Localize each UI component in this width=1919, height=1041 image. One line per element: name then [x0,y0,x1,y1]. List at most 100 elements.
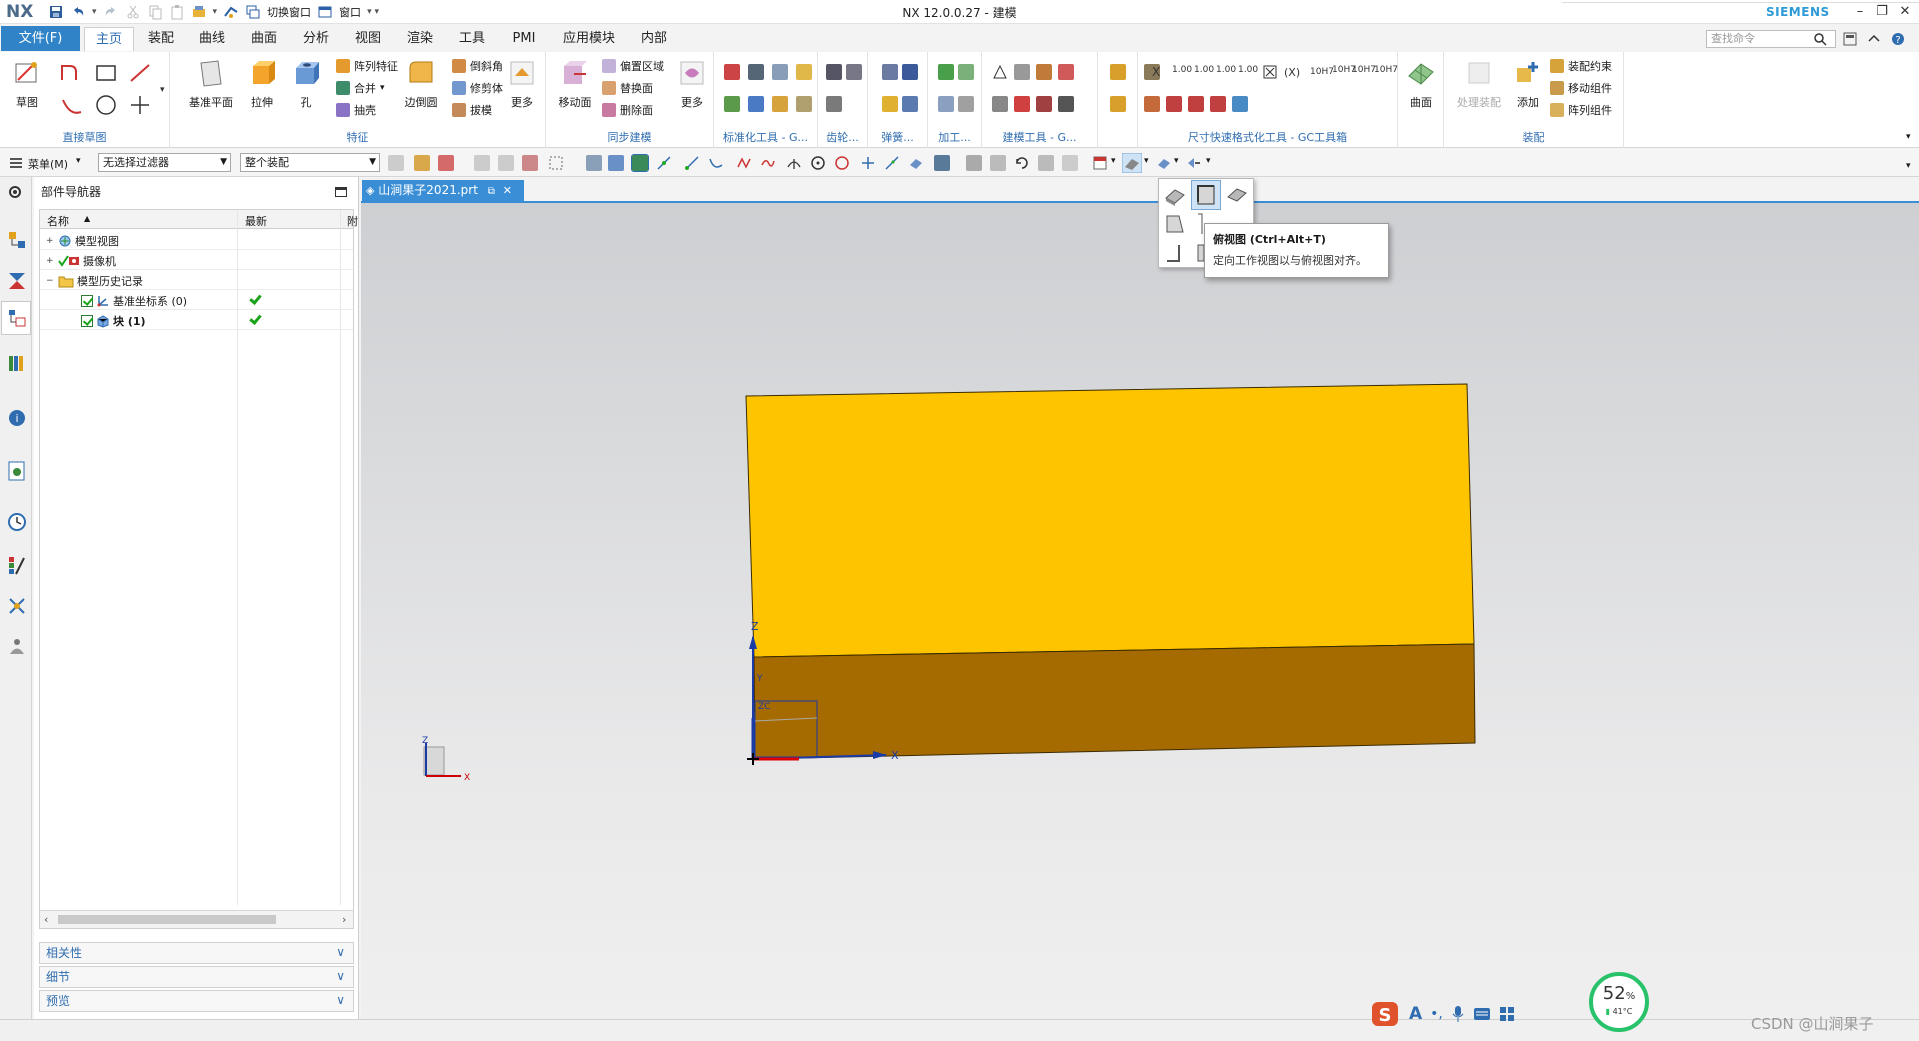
tree-row-model-views[interactable]: + 模型视图 [40,230,353,250]
visibility-checkbox[interactable] [81,295,93,307]
tab-surface[interactable]: 曲面 [243,27,285,51]
rectangle-selection-icon[interactable] [548,155,564,171]
tree-row-block[interactable]: 块 (1) [40,310,353,330]
fit-view-icon[interactable] [966,155,982,171]
top-view-icon[interactable] [1191,180,1221,210]
endpoint-snap-icon[interactable] [631,154,649,172]
section-view-dropdown-icon[interactable]: ▾ [1174,156,1179,166]
disc-spring-icon[interactable] [902,64,918,80]
delete-face-button[interactable]: 删除面 [602,100,653,120]
switch-window-icon[interactable] [245,4,261,20]
rotate-view-icon[interactable] [1014,155,1030,171]
profile-icon[interactable] [60,62,84,84]
menu-dropdown-icon[interactable]: ▾ [76,156,81,166]
machining-tool-2-icon[interactable] [958,64,974,80]
switch-window-label[interactable]: 切换窗口 [267,4,311,20]
standard-tool-8-icon[interactable] [796,96,812,112]
hd3d-tools-icon[interactable]: i [6,407,28,429]
arc-center-snap-icon[interactable] [810,155,826,171]
undock-icon[interactable]: ⧉ [488,186,495,197]
dimension-edit-3-icon[interactable] [1188,96,1204,112]
save-icon[interactable] [48,4,64,20]
deselect-icon[interactable] [474,155,490,171]
block-front-face[interactable] [753,643,1476,760]
sogou-ime-icon[interactable]: S [1371,1000,1401,1028]
bounded-grid-snap-icon[interactable] [934,155,950,171]
gear-engagement-icon[interactable] [846,64,862,80]
close-tab-icon[interactable]: ✕ [503,184,512,197]
scroll-right-icon[interactable]: › [342,913,346,926]
orient-view-dropdown-icon[interactable]: ▾ [1144,156,1149,166]
front-view-icon[interactable] [1161,210,1189,238]
help-icon[interactable]: ? [1890,31,1906,47]
unite-button[interactable]: 合并 ▾ [336,78,385,98]
graphics-window[interactable]: Z X ZC Y Z X [361,201,1919,1019]
redo-icon[interactable] [103,4,119,20]
delete-spring-icon[interactable] [902,96,918,112]
menu-button[interactable]: 菜单(M) [28,156,68,172]
unite-dropdown-icon[interactable]: ▾ [380,83,385,93]
constraint-navigator-icon[interactable] [6,270,28,292]
triangle-tool-icon[interactable] [992,64,1008,80]
parenthesis-x-icon[interactable]: (X) [1284,67,1300,78]
document-tab[interactable]: ◈ 山涧果子2021.prt ⧉ ✕ [362,180,524,201]
maximize-panel-icon[interactable] [335,187,347,197]
dim-format-4[interactable]: 1.00 [1238,66,1258,75]
rendering-style-icon[interactable] [1092,155,1108,171]
point-icon[interactable] [128,94,152,116]
shell-button[interactable]: 抽壳 [336,100,376,120]
pattern-component-button[interactable]: 阵列组件 [1550,100,1612,120]
modeling-tool-7-icon[interactable] [1036,96,1052,112]
ribbon-options-icon[interactable]: ▾ [1906,132,1911,142]
perspective-icon[interactable] [1062,155,1078,171]
microphone-icon[interactable] [1451,1005,1465,1023]
reuse-library-icon[interactable] [6,352,28,374]
expand-icon[interactable]: + [46,236,55,246]
machining-tool-1-icon[interactable] [938,64,954,80]
arc-icon[interactable] [60,94,84,116]
gear-display-icon[interactable] [826,96,842,112]
toolbox-icon[interactable] [1499,1006,1515,1022]
orient-view-icon[interactable] [1122,153,1142,173]
copy-icon[interactable] [147,4,163,20]
modeling-tool-6-icon[interactable] [1014,96,1030,112]
search-icon[interactable] [1813,32,1827,46]
window-icon[interactable] [317,4,333,20]
tab-assembly[interactable]: 装配 [140,27,182,51]
rectangle-icon[interactable] [94,62,118,84]
hole-button[interactable]: 孔 [284,58,328,110]
web-browser-icon[interactable] [6,460,28,482]
tab-pmi[interactable]: PMI [504,27,544,51]
feature-more-button[interactable]: 更多 [500,58,544,110]
point-on-curve-snap-icon[interactable] [884,155,900,171]
tab-internal[interactable]: 内部 [633,27,675,51]
pan-view-icon[interactable] [1038,155,1054,171]
window-menu-label[interactable]: 窗口 [339,4,361,20]
offset-region-button[interactable]: 偏置区域 [602,56,664,76]
machining-tool-4-icon[interactable] [958,96,974,112]
modeling-tool-4-icon[interactable] [1058,64,1074,80]
tab-application[interactable]: 应用模块 [556,27,622,51]
standard-tool-1-icon[interactable] [724,64,740,80]
assembly-constraint-button[interactable]: 装配约束 [1550,56,1612,76]
cylindrical-spring-icon[interactable] [882,64,898,80]
chamfer-button[interactable]: 倒斜角 [452,56,503,76]
edit-section-icon[interactable] [1186,155,1202,171]
tolerance-format-1[interactable]: 10H7 [1310,68,1334,77]
intersection-snap-icon[interactable] [736,155,752,171]
scroll-left-icon[interactable]: ‹ [44,913,48,926]
details-panel[interactable]: 细节 ∨ [39,966,354,988]
dim-format-2[interactable]: 1.00 [1194,66,1214,75]
solid-filter-icon[interactable] [608,155,624,171]
standard-tool-4-icon[interactable] [796,64,812,80]
extrude-button[interactable]: 拉伸 [240,58,284,110]
tab-render[interactable]: 渲染 [399,27,441,51]
quadrant-snap-icon[interactable] [834,155,850,171]
modeling-tool-5-icon[interactable] [992,96,1008,112]
spline-snap-icon[interactable] [760,155,776,171]
standard-tool-6-icon[interactable] [748,96,764,112]
dimension-edit-1-icon[interactable] [1144,96,1160,112]
feature-selection-icon[interactable] [414,155,430,171]
edge-blend-button[interactable]: 边倒圆 [396,58,446,110]
touch-mode-icon[interactable] [191,4,207,20]
